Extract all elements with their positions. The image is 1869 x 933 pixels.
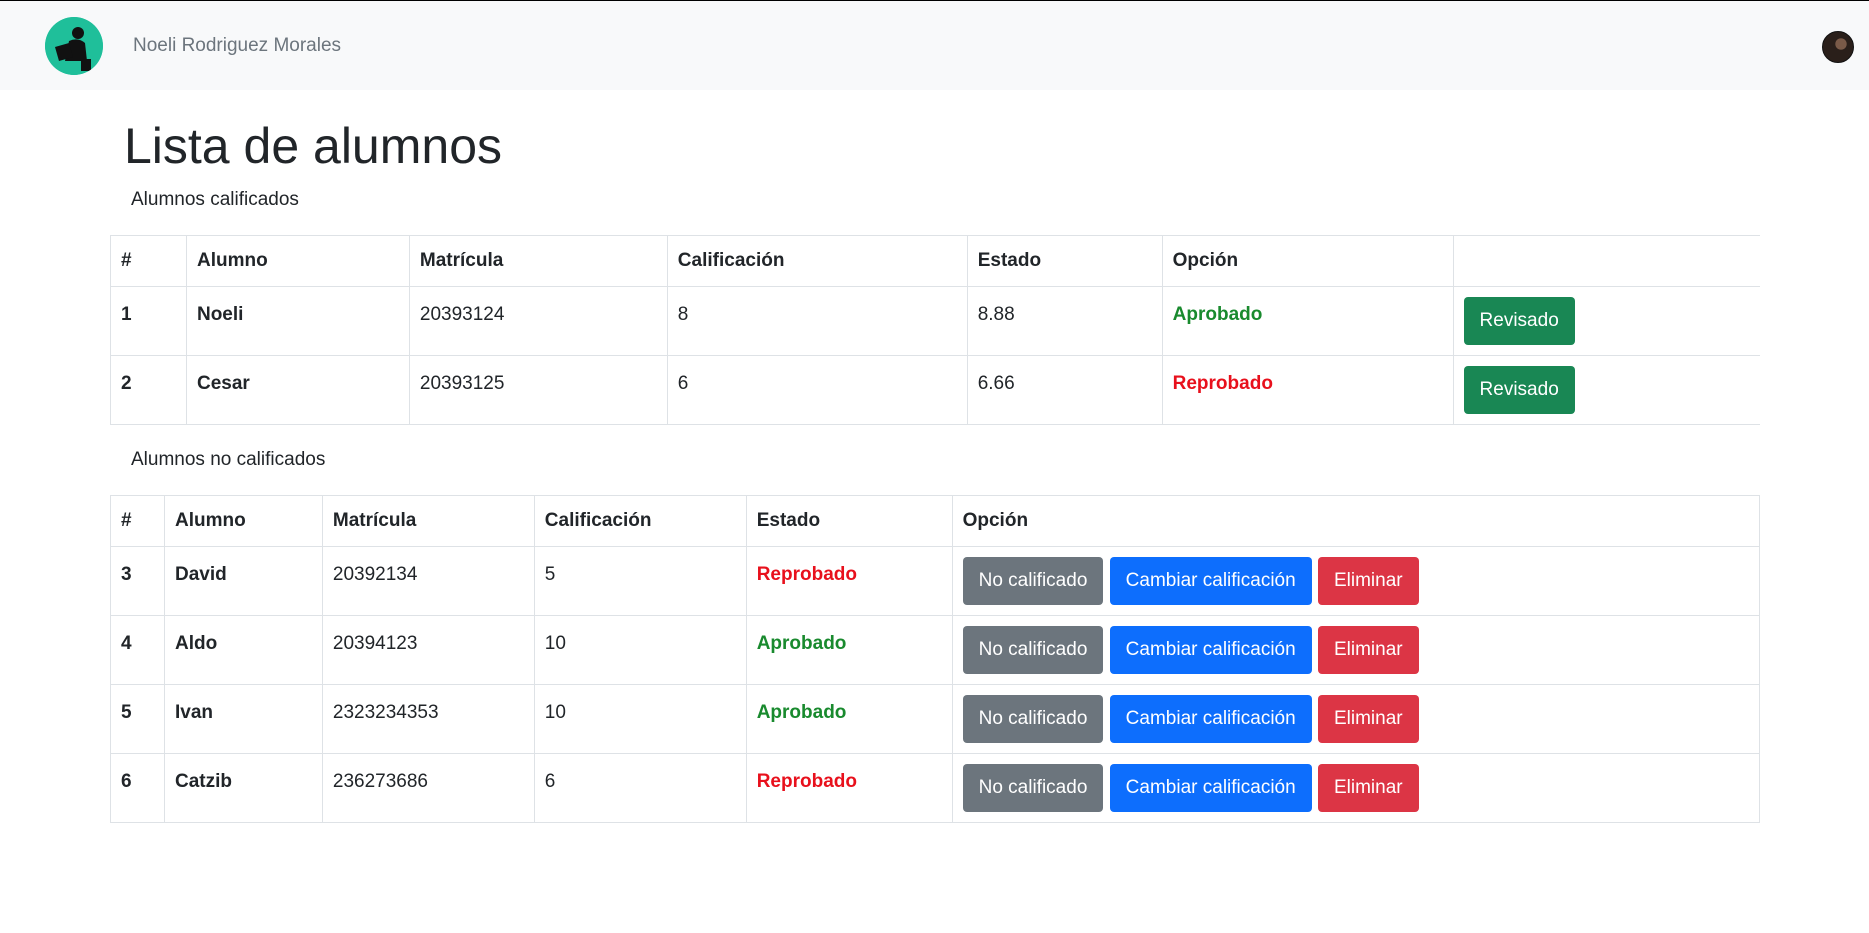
reader-logo-icon[interactable] (45, 17, 103, 75)
reviewed-button[interactable]: Revisado (1463, 366, 1575, 414)
student-id: 20394123 (321, 615, 535, 685)
column-header: # (110, 235, 187, 287)
student-estado: 6.66 (966, 355, 1163, 425)
student-name: Aldo (163, 615, 323, 685)
student-name: David (163, 546, 323, 616)
student-grade: 5 (533, 546, 747, 616)
delete-button[interactable]: Eliminar (1317, 764, 1419, 812)
student-grade: 6 (666, 355, 968, 425)
column-header: Opción (951, 495, 1761, 547)
student-name: Cesar (185, 355, 410, 425)
change-grade-button[interactable]: Cambiar calificación (1109, 557, 1312, 605)
action-cell: Revisado (1452, 286, 1760, 356)
table-row: 6 Catzib 236273686 6 Reprobado No califi… (110, 753, 1761, 823)
status-text: Reprobado (745, 753, 953, 823)
student-id: 20393125 (408, 355, 668, 425)
not-graded-button[interactable]: No calificado (962, 557, 1104, 605)
status-text: Aprobado (745, 684, 953, 754)
change-grade-button[interactable]: Cambiar calificación (1109, 764, 1312, 812)
table-header-row: # Alumno Matrícula Calificación Estado O… (110, 495, 1761, 547)
column-header: Estado (745, 495, 953, 547)
student-id: 20393124 (408, 286, 668, 356)
ungraded-students-table: # Alumno Matrícula Calificación Estado O… (110, 495, 1761, 823)
student-name: Noeli (185, 286, 410, 356)
not-graded-button[interactable]: No calificado (962, 626, 1104, 674)
column-header: Matrícula (408, 235, 668, 287)
graded-section-label: Alumnos calificados (131, 189, 299, 210)
student-grade: 10 (533, 615, 747, 685)
column-header: Opción (1161, 235, 1454, 287)
delete-button[interactable]: Eliminar (1317, 695, 1419, 743)
student-estado: 8.88 (966, 286, 1163, 356)
change-grade-button[interactable]: Cambiar calificación (1109, 626, 1312, 674)
status-text: Aprobado (1161, 286, 1454, 356)
user-avatar[interactable] (1822, 31, 1854, 63)
column-header: Calificación (533, 495, 747, 547)
status-text: Reprobado (1161, 355, 1454, 425)
table-row: 1 Noeli 20393124 8 8.88 Aprobado Revisad… (110, 286, 1760, 356)
student-id: 2323234353 (321, 684, 535, 754)
table-header-row: # Alumno Matrícula Calificación Estado O… (110, 235, 1760, 287)
action-cell: Revisado (1452, 355, 1760, 425)
change-grade-button[interactable]: Cambiar calificación (1109, 695, 1312, 743)
reviewed-button[interactable]: Revisado (1463, 297, 1575, 345)
user-name[interactable]: Noeli Rodriguez Morales (133, 35, 341, 57)
action-cell: No calificado Cambiar calificación Elimi… (951, 753, 1761, 823)
action-cell: No calificado Cambiar calificación Elimi… (951, 615, 1761, 685)
column-header: Alumno (163, 495, 323, 547)
status-text: Reprobado (745, 546, 953, 616)
graded-students-table: # Alumno Matrícula Calificación Estado O… (110, 235, 1760, 425)
column-header (1452, 235, 1760, 287)
navbar: Noeli Rodriguez Morales (0, 0, 1869, 90)
action-cell: No calificado Cambiar calificación Elimi… (951, 684, 1761, 754)
action-cell: No calificado Cambiar calificación Elimi… (951, 546, 1761, 616)
student-name: Catzib (163, 753, 323, 823)
delete-button[interactable]: Eliminar (1317, 626, 1419, 674)
student-name: Ivan (163, 684, 323, 754)
row-number: 6 (110, 753, 165, 823)
student-grade: 10 (533, 684, 747, 754)
column-header: # (110, 495, 165, 547)
table-row: 5 Ivan 2323234353 10 Aprobado No calific… (110, 684, 1761, 754)
row-number: 5 (110, 684, 165, 754)
row-number: 2 (110, 355, 187, 425)
not-graded-button[interactable]: No calificado (962, 695, 1104, 743)
column-header: Matrícula (321, 495, 535, 547)
table-row: 2 Cesar 20393125 6 6.66 Reprobado Revisa… (110, 355, 1760, 425)
page-title: Lista de alumnos (124, 118, 503, 174)
row-number: 1 (110, 286, 187, 356)
student-id: 20392134 (321, 546, 535, 616)
row-number: 3 (110, 546, 165, 616)
ungraded-section-label: Alumnos no calificados (131, 449, 326, 470)
student-grade: 8 (666, 286, 968, 356)
column-header: Estado (966, 235, 1163, 287)
student-grade: 6 (533, 753, 747, 823)
row-number: 4 (110, 615, 165, 685)
not-graded-button[interactable]: No calificado (962, 764, 1104, 812)
delete-button[interactable]: Eliminar (1317, 557, 1419, 605)
table-row: 3 David 20392134 5 Reprobado No califica… (110, 546, 1761, 616)
table-row: 4 Aldo 20394123 10 Aprobado No calificad… (110, 615, 1761, 685)
student-id: 236273686 (321, 753, 535, 823)
column-header: Calificación (666, 235, 968, 287)
column-header: Alumno (185, 235, 410, 287)
status-text: Aprobado (745, 615, 953, 685)
